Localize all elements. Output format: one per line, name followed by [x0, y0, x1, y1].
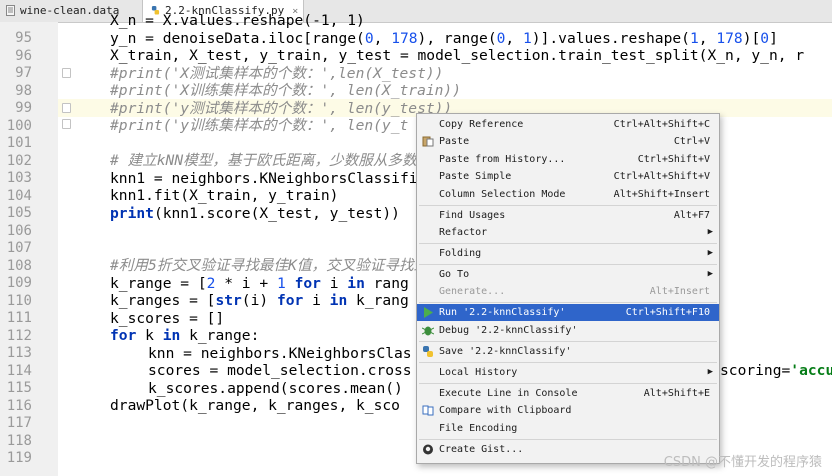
submenu-arrow-icon: ▶: [707, 269, 713, 279]
line-number: 104: [6, 187, 32, 204]
line-number: 99: [15, 100, 32, 116]
line-number: 98: [15, 82, 32, 99]
code-line[interactable]: knn1.fit(X_train, y_train): [110, 187, 338, 205]
editor-context-menu: Copy Reference Ctrl+Alt+Shift+C Paste Ctrl…: [416, 113, 720, 464]
line-number: 112: [6, 327, 32, 344]
menu-item-find-usages[interactable]: Find Usages Alt+F7: [417, 207, 719, 224]
submenu-arrow-icon: ▶: [707, 367, 713, 377]
code-line[interactable]: drawPlot(k_range, k_ranges, k_sco: [110, 397, 400, 415]
menu-separator: [419, 383, 717, 384]
line-number: 119: [6, 450, 32, 466]
menu-item-file-encoding[interactable]: File Encoding: [417, 420, 719, 437]
line-number: 97: [15, 65, 32, 81]
menu-item-save[interactable]: Save '2.2-knnClassify': [417, 343, 719, 360]
menu-item-go-to[interactable]: Go To ▶: [417, 266, 719, 283]
menu-item-paste-simple[interactable]: Paste Simple Ctrl+Alt+Shift+V: [417, 168, 719, 185]
text-file-icon: [6, 5, 15, 16]
line-number: 105: [6, 205, 32, 221]
line-number: 101: [6, 135, 32, 151]
code-line[interactable]: k_scores.append(scores.mean(): [148, 380, 403, 398]
debug-icon: [422, 326, 434, 336]
code-line[interactable]: X_n = X.values.reshape(-1, 1): [110, 12, 365, 30]
line-number: 106: [6, 222, 32, 239]
line-number: 118: [6, 432, 32, 449]
menu-item-execute-line[interactable]: Execute Line in Console Alt+Shift+E: [417, 385, 719, 402]
line-number: 107: [6, 240, 32, 256]
fold-marker-icon[interactable]: [62, 103, 71, 113]
code-line[interactable]: y_n = denoiseData.iloc[range(0, 178), ra…: [110, 30, 778, 48]
line-number: 108: [6, 257, 32, 274]
line-number: 115: [6, 380, 32, 396]
code-line[interactable]: k_range = [2 * i + 1 for i in rang: [110, 275, 409, 293]
code-line[interactable]: for k in k_range:: [110, 327, 259, 345]
code-line[interactable]: X_train, X_test, y_train, y_test = model…: [110, 47, 804, 65]
menu-separator: [419, 341, 717, 342]
code-line[interactable]: knn = neighbors.KNeighborsClas: [148, 345, 412, 363]
run-icon: [424, 307, 433, 318]
line-number: 116: [6, 397, 32, 414]
github-icon: [423, 444, 433, 455]
line-number: 113: [6, 345, 32, 361]
code-comment-line[interactable]: #print('X测试集样本的个数：',len(X_test)): [110, 65, 443, 83]
code-comment-line[interactable]: #print('X训练集样本的个数：', len(X_train)): [110, 82, 461, 100]
menu-item-run[interactable]: Run '2.2-knnClassify' Ctrl+Shift+F10: [417, 304, 719, 321]
fold-marker-icon[interactable]: [62, 119, 71, 129]
line-number: 109: [6, 275, 32, 291]
code-line[interactable]: k_scores = []: [110, 310, 224, 328]
menu-item-column-selection-mode[interactable]: Column Selection Mode Alt+Shift+Insert: [417, 186, 719, 203]
menu-item-debug[interactable]: Debug '2.2-knnClassify': [417, 322, 719, 339]
menu-separator: [419, 302, 717, 303]
menu-item-paste[interactable]: Paste Ctrl+V: [417, 133, 719, 150]
line-number: 103: [6, 170, 32, 186]
menu-separator: [419, 439, 717, 440]
code-comment-line[interactable]: # 建立kNN模型，基于欧氏距离，少数服从多数: [110, 152, 417, 170]
code-line[interactable]: scores = model_selection.cross: [148, 362, 412, 380]
submenu-arrow-icon: ▶: [707, 248, 713, 258]
code-comment-line[interactable]: #利用5折交叉验证寻找最佳K值，交叉验证寻找最: [110, 257, 428, 275]
code-comment-line[interactable]: #print('y测试集样本的个数：', len(y_test)): [110, 100, 452, 118]
code-line[interactable]: k_ranges = [str(i) for i in k_rang: [110, 292, 409, 310]
menu-item-compare-clipboard[interactable]: Compare with Clipboard: [417, 402, 719, 419]
python-icon: [423, 346, 433, 357]
line-number: 100: [6, 117, 32, 134]
paste-icon: [422, 136, 434, 147]
menu-item-generate[interactable]: Generate... Alt+Insert: [417, 283, 719, 300]
line-number: 111: [6, 310, 32, 326]
line-number: 102: [6, 152, 32, 169]
menu-item-local-history[interactable]: Local History ▶: [417, 364, 719, 381]
compare-icon: [422, 405, 434, 416]
menu-separator: [419, 205, 717, 206]
menu-separator: [419, 264, 717, 265]
code-line[interactable]: knn1 = neighbors.KNeighborsClassifi: [110, 170, 418, 188]
menu-item-copy-reference[interactable]: Copy Reference Ctrl+Alt+Shift+C: [417, 116, 719, 133]
menu-separator: [419, 243, 717, 244]
menu-item-paste-from-history[interactable]: Paste from History... Ctrl+Shift+V: [417, 151, 719, 168]
fold-marker-icon[interactable]: [62, 68, 71, 78]
line-number: 95: [15, 30, 32, 46]
menu-separator: [419, 362, 717, 363]
code-comment-line[interactable]: #print('y训练集样本的个数：', len(y_t: [110, 117, 408, 135]
menu-item-refactor[interactable]: Refactor ▶: [417, 224, 719, 241]
line-number: 117: [6, 415, 32, 431]
code-line[interactable]: print(knn1.score(X_test, y_test)): [110, 205, 400, 223]
watermark: CSDN @不懂开发的程序猿: [663, 455, 822, 470]
line-number: 114: [6, 362, 32, 379]
line-number: 96: [15, 47, 32, 64]
tab-label: wine-clean.data: [20, 4, 120, 17]
submenu-arrow-icon: ▶: [707, 227, 713, 237]
menu-item-folding[interactable]: Folding ▶: [417, 245, 719, 262]
line-number: 110: [6, 292, 32, 309]
code-line-tail[interactable]: scoring='accu: [720, 362, 832, 380]
